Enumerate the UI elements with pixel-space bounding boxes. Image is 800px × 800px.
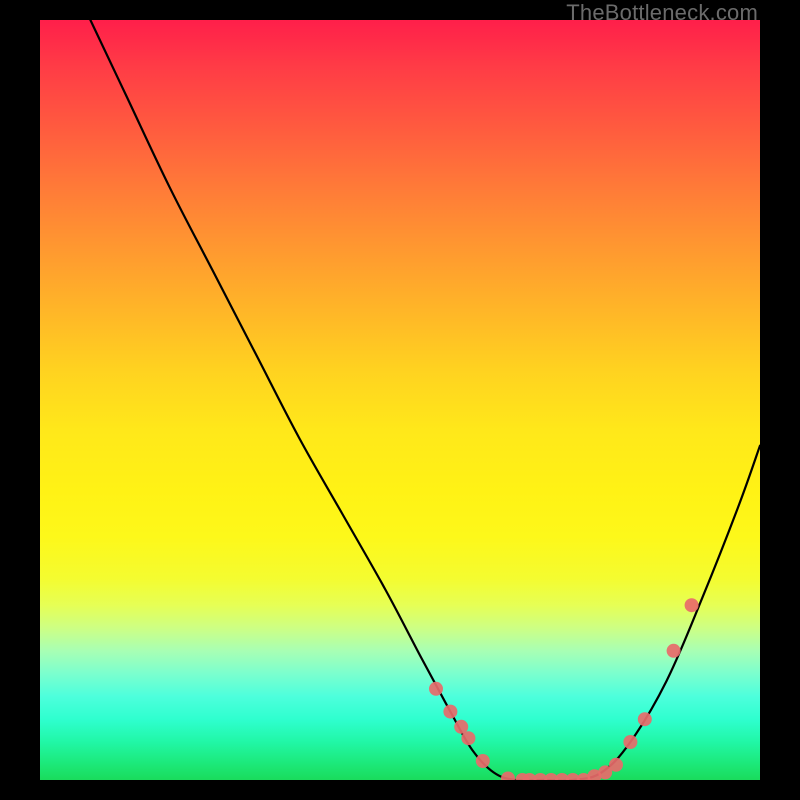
highlight-point (623, 735, 637, 749)
highlight-point (685, 598, 699, 612)
highlight-point (429, 682, 443, 696)
highlight-point (461, 731, 475, 745)
highlight-point (476, 754, 490, 768)
highlight-point (501, 771, 515, 780)
highlight-points (40, 20, 760, 780)
highlight-point (638, 712, 652, 726)
highlight-point (443, 705, 457, 719)
highlight-point (667, 644, 681, 658)
highlight-point (609, 758, 623, 772)
chart-stage: TheBottleneck.com (0, 0, 800, 800)
attribution-text: TheBottleneck.com (566, 0, 758, 26)
plot-area (40, 20, 760, 780)
